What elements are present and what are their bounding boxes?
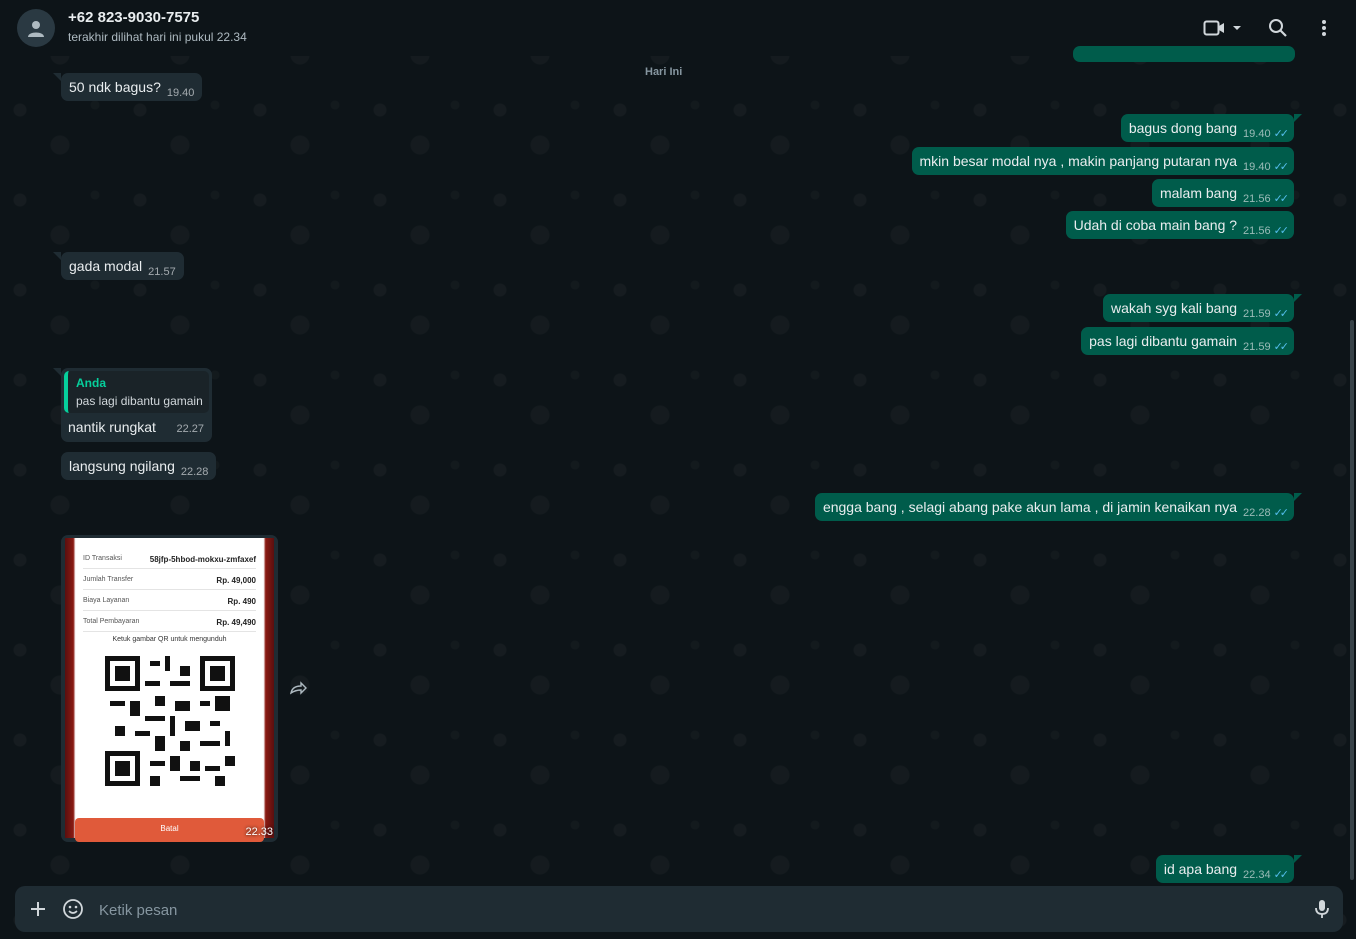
message-time: 21.56 (1243, 225, 1271, 237)
person-icon (28, 21, 44, 37)
contact-avatar[interactable] (17, 9, 55, 47)
kebab-menu-icon (1322, 20, 1326, 36)
message-time: 22.28 (180, 466, 209, 478)
message-outgoing[interactable]: malam bang 21.56 ✓✓ (1151, 179, 1294, 207)
double-check-icon: ✓✓ (1273, 308, 1290, 320)
plus-icon (31, 902, 45, 916)
video-call-icon (1203, 20, 1224, 36)
receipt-label: Biaya Layanan (83, 597, 130, 604)
message-text: pas lagi dibantu gamain (1089, 333, 1238, 349)
message-text: engga bang , selagi abang pake akun lama… (822, 499, 1238, 515)
sticker-icon (63, 899, 83, 919)
forward-button[interactable] (289, 680, 307, 701)
message-composer (15, 886, 1343, 932)
message-outgoing[interactable]: pas lagi dibantu gamain 21.59 ✓✓ (1081, 327, 1294, 355)
message-text: wakah syg kali bang (1110, 300, 1238, 316)
receipt-value: Rp. 490 (227, 597, 256, 606)
message-time: 19.40 (1243, 128, 1271, 140)
receipt-image: ID Transaksi 58jfp-5hbod-mokxu-zmfaxef J… (65, 538, 274, 842)
message-incoming[interactable]: langsung ngilang 22.28 (61, 452, 217, 480)
bubble-tail (53, 252, 61, 260)
image-message[interactable]: ID Transaksi 58jfp-5hbod-mokxu-zmfaxef J… (61, 535, 278, 842)
search-icon (1269, 19, 1287, 37)
message-outgoing[interactable]: bagus dong bang 19.40 ✓✓ (1120, 114, 1302, 142)
bubble-tail (53, 368, 61, 376)
message-time: 22.33 (245, 826, 273, 838)
receipt-value: 58jfp-5hbod-mokxu-zmfaxef (149, 555, 256, 564)
receipt-row: ID Transaksi 58jfp-5hbod-mokxu-zmfaxef (83, 555, 256, 569)
message-incoming-reply[interactable]: Anda pas lagi dibantu gamain nantik rung… (53, 368, 212, 442)
message-text: gada modal (69, 258, 143, 274)
message-text: bagus dong bang (1128, 120, 1238, 136)
chevron-down-icon (1233, 26, 1241, 30)
message-time: 22.34 (1243, 869, 1271, 881)
message-time: 22.28 (1243, 507, 1271, 519)
message-time: 22.27 (176, 423, 204, 435)
quoted-message[interactable]: Anda pas lagi dibantu gamain (64, 371, 209, 413)
message-outgoing[interactable]: engga bang , selagi abang pake akun lama… (814, 493, 1302, 521)
video-call-button[interactable] (1203, 16, 1243, 40)
qr-hint: Ketuk gambar QR untuk mengunduh (112, 636, 227, 643)
message-text: Udah di coba main bang ? (1073, 217, 1238, 233)
date-separator: Hari Ini (645, 66, 683, 78)
receipt-row: Jumlah Transfer Rp. 49,000 (83, 576, 256, 590)
message-time: 19.40 (166, 87, 195, 99)
message-time: 21.59 (1243, 341, 1271, 353)
microphone-icon (1315, 900, 1329, 918)
message-text: id apa bang (1163, 861, 1238, 877)
bubble-tail (1294, 114, 1302, 122)
quoted-author: Anda (76, 376, 106, 390)
receipt-row: Total Pembayaran Rp. 49,490 (83, 618, 256, 632)
double-check-icon: ✓✓ (1273, 225, 1290, 237)
voice-message-button[interactable] (1311, 898, 1333, 920)
message-outgoing[interactable]: wakah syg kali bang 21.59 ✓✓ (1102, 294, 1302, 322)
bubble-tail (1294, 294, 1302, 302)
attach-button[interactable] (27, 898, 49, 920)
message-input[interactable] (97, 894, 1281, 926)
receipt-value: Rp. 49,000 (216, 576, 256, 585)
receipt-label: Total Pembayaran (83, 618, 140, 625)
message-text: malam bang (1159, 185, 1238, 201)
message-time: 21.57 (148, 266, 176, 278)
double-check-icon: ✓✓ (1273, 128, 1290, 140)
forward-icon (289, 681, 307, 695)
double-check-icon: ✓✓ (1273, 161, 1290, 173)
double-check-icon: ✓✓ (1273, 869, 1290, 881)
message-text: mkin besar modal nya , makin panjang put… (919, 153, 1238, 169)
qr-code-image (105, 656, 235, 786)
receipt-label: Jumlah Transfer (83, 576, 134, 583)
contact-name[interactable]: +62 823-9030-7575 (68, 9, 199, 26)
double-check-icon: ✓✓ (1273, 507, 1290, 519)
message-text: 50 ndk bagus? (69, 79, 161, 95)
double-check-icon: ✓✓ (1273, 193, 1290, 205)
sticker-button[interactable] (62, 898, 84, 920)
message-incoming[interactable]: 50 ndk bagus? 19.40 (53, 73, 203, 101)
scrollbar[interactable] (1350, 320, 1354, 880)
message-incoming[interactable]: gada modal 21.57 (53, 252, 184, 280)
message-text: langsung ngilang (69, 458, 175, 474)
message-outgoing[interactable]: Udah di coba main bang ? 21.56 ✓✓ (1065, 211, 1294, 239)
message-outgoing[interactable]: mkin besar modal nya , makin panjang put… (911, 147, 1294, 175)
message-bubble-partial (1073, 46, 1295, 62)
receipt-row: Biaya Layanan Rp. 490 (83, 597, 256, 611)
quoted-text: pas lagi dibantu gamain (76, 394, 203, 408)
cancel-button-in-image: Batal (75, 818, 264, 842)
bubble-tail (53, 73, 61, 81)
contact-last-seen: terakhir dilihat hari ini pukul 22.34 (68, 30, 247, 44)
search-button[interactable] (1268, 16, 1288, 40)
menu-button[interactable] (1318, 16, 1330, 40)
receipt-value: Rp. 49,490 (216, 618, 256, 627)
message-time: 21.56 (1243, 193, 1271, 205)
receipt-label: ID Transaksi (83, 555, 122, 562)
bubble-tail (1294, 855, 1302, 863)
message-outgoing[interactable]: id apa bang 22.34 ✓✓ (1155, 855, 1302, 883)
message-text: nantik rungkat (68, 419, 156, 435)
bubble-tail (1294, 493, 1302, 501)
message-time: 21.59 (1243, 308, 1271, 320)
double-check-icon: ✓✓ (1273, 341, 1290, 353)
message-time: 19.40 (1243, 161, 1271, 173)
